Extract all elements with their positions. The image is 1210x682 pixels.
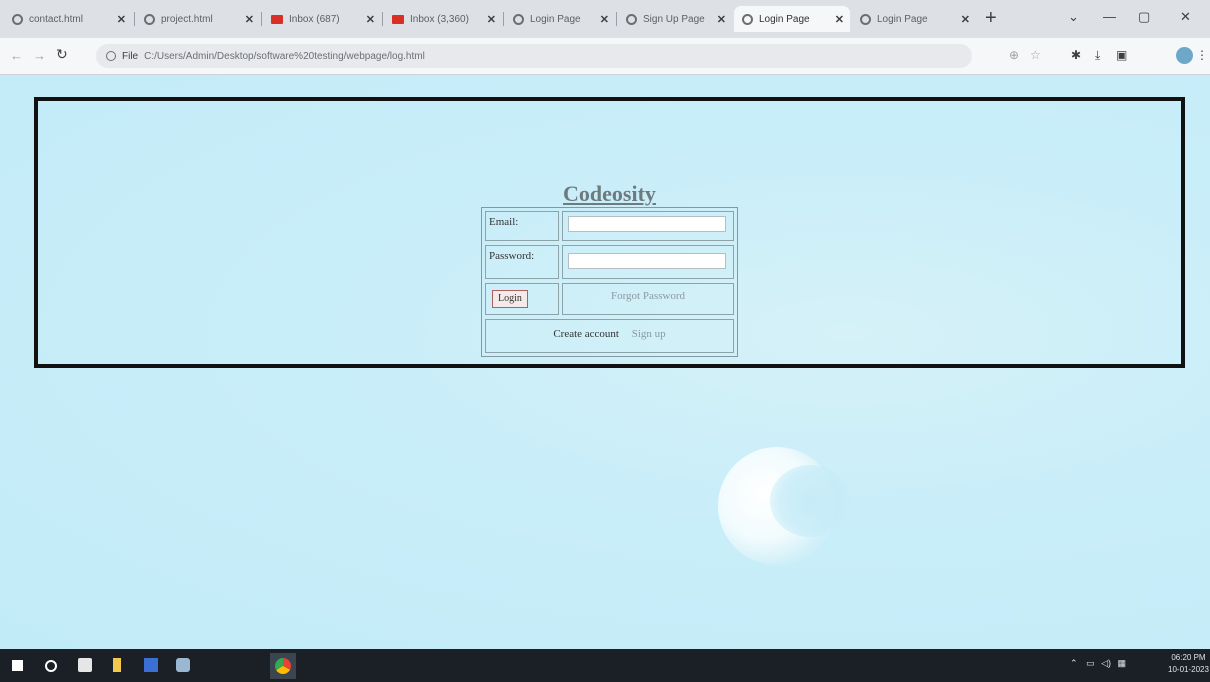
maximize-button[interactable]: ▢ bbox=[1138, 9, 1150, 25]
page-viewport: Codeosity bbox=[0, 75, 1210, 649]
tab-login-3[interactable]: Login Page ✕ bbox=[852, 6, 976, 32]
tab-inbox-1[interactable]: Inbox (687) ✕ bbox=[263, 6, 381, 32]
network-icon[interactable]: ▭ bbox=[1086, 658, 1095, 668]
close-icon[interactable]: ✕ bbox=[835, 13, 844, 26]
create-account-cell: Create account Sign up bbox=[485, 319, 734, 353]
close-icon[interactable]: ✕ bbox=[366, 13, 375, 26]
extensions-puzzle-icon[interactable]: ✱ bbox=[1071, 48, 1081, 62]
tab-divider bbox=[134, 12, 135, 26]
tab-project[interactable]: project.html ✕ bbox=[136, 6, 260, 32]
chrome-taskbar-button[interactable] bbox=[270, 653, 296, 679]
tab-divider bbox=[261, 12, 262, 26]
tab-inbox-2[interactable]: Inbox (3,360) ✕ bbox=[384, 6, 502, 32]
clock-time: 06:20 PM bbox=[1171, 653, 1206, 662]
chrome-icon bbox=[275, 658, 291, 674]
tab-signup[interactable]: Sign Up Page ✕ bbox=[618, 6, 732, 32]
tab-login-1[interactable]: Login Page ✕ bbox=[505, 6, 615, 32]
windows-taskbar bbox=[0, 649, 1210, 682]
language-icon[interactable]: ▦ bbox=[1118, 658, 1127, 668]
globe-icon bbox=[513, 13, 524, 25]
create-account-text: Create account bbox=[553, 328, 619, 340]
clock-date: 10-01-2023 bbox=[1168, 665, 1209, 674]
close-icon[interactable]: ✕ bbox=[117, 13, 126, 26]
install-app-icon[interactable]: ⊕ bbox=[1009, 48, 1019, 62]
close-icon[interactable]: ✕ bbox=[600, 13, 609, 26]
tab-label: contact.html bbox=[29, 13, 83, 25]
volume-icon[interactable]: ◁) bbox=[1101, 658, 1111, 668]
brand-title: Codeosity bbox=[563, 181, 656, 206]
task-view-icon[interactable] bbox=[78, 658, 92, 672]
tab-label: Login Page bbox=[877, 13, 928, 25]
app-icon[interactable] bbox=[176, 658, 190, 672]
email-label-cell: Email: bbox=[485, 211, 559, 241]
chevron-down-icon[interactable]: ⌄ bbox=[1068, 9, 1079, 25]
gmail-icon bbox=[392, 14, 404, 24]
back-arrow-icon[interactable]: ← bbox=[10, 48, 23, 63]
system-tray: ⌃ ▭ ◁) ▦ bbox=[1070, 658, 1126, 669]
password-input-cell bbox=[562, 245, 734, 279]
word-app-icon[interactable] bbox=[144, 658, 158, 672]
tab-divider bbox=[616, 12, 617, 26]
tab-login-active[interactable]: Login Page ✕ bbox=[734, 6, 850, 32]
forgot-password-cell: Forgot Password bbox=[562, 283, 734, 315]
browser-tab-strip: contact.html ✕ project.html ✕ Inbox (687… bbox=[0, 0, 1210, 38]
globe-icon bbox=[860, 13, 871, 25]
new-tab-button[interactable]: + bbox=[985, 8, 997, 28]
tab-label: project.html bbox=[161, 13, 213, 25]
email-field[interactable] bbox=[568, 216, 726, 232]
tab-label: Login Page bbox=[530, 13, 581, 25]
info-icon[interactable] bbox=[106, 51, 116, 61]
address-toolbar: ← → ↻ File C:/Users/Admin/Desktop/softwa… bbox=[0, 38, 1210, 75]
login-button-cell: Login bbox=[485, 283, 559, 315]
tab-label: Inbox (3,360) bbox=[410, 13, 469, 25]
menu-kebab-icon[interactable]: ⋮ bbox=[1196, 48, 1208, 62]
globe-icon bbox=[12, 13, 23, 25]
login-button[interactable]: Login bbox=[492, 290, 528, 308]
globe-icon bbox=[626, 13, 637, 25]
side-panel-icon[interactable]: ▣ bbox=[1116, 48, 1127, 62]
email-label: Email: bbox=[489, 216, 519, 228]
close-icon[interactable]: ✕ bbox=[245, 13, 254, 26]
file-explorer-icon[interactable] bbox=[113, 658, 121, 672]
close-window-button[interactable]: ✕ bbox=[1180, 9, 1191, 25]
tab-label: Inbox (687) bbox=[289, 13, 340, 25]
windows-start-icon[interactable] bbox=[12, 660, 23, 671]
address-bar[interactable]: File C:/Users/Admin/Desktop/software%20t… bbox=[96, 44, 972, 68]
email-input-cell bbox=[562, 211, 734, 241]
tab-divider bbox=[382, 12, 383, 26]
close-icon[interactable]: ✕ bbox=[961, 13, 970, 26]
tab-label: Sign Up Page bbox=[643, 13, 705, 25]
globe-icon bbox=[144, 13, 155, 25]
globe-icon bbox=[742, 13, 753, 25]
sign-up-link[interactable]: Sign up bbox=[632, 328, 666, 340]
gmail-icon bbox=[271, 14, 283, 24]
password-label-cell: Password: bbox=[485, 245, 559, 279]
taskbar-clock[interactable]: 06:20 PM 10-01-2023 bbox=[1168, 652, 1209, 676]
tab-divider bbox=[503, 12, 504, 26]
search-icon[interactable] bbox=[45, 660, 57, 672]
download-icon[interactable]: ⤓ bbox=[1095, 48, 1100, 63]
password-field[interactable] bbox=[568, 253, 726, 269]
tab-label: Login Page bbox=[759, 13, 810, 25]
bookmark-star-icon[interactable]: ☆ bbox=[1030, 48, 1041, 62]
background-moon-shadow bbox=[770, 465, 850, 537]
close-icon[interactable]: ✕ bbox=[487, 13, 496, 26]
forward-arrow-icon[interactable]: → bbox=[33, 48, 46, 63]
chevron-up-icon[interactable]: ⌃ bbox=[1070, 658, 1078, 668]
tab-contact[interactable]: contact.html ✕ bbox=[4, 6, 132, 32]
password-label: Password: bbox=[489, 250, 535, 262]
login-form-table: Email: Password: Login Forgot Password C… bbox=[481, 207, 738, 357]
url-text[interactable]: C:/Users/Admin/Desktop/software%20testin… bbox=[144, 51, 425, 62]
close-icon[interactable]: ✕ bbox=[717, 13, 726, 26]
minimize-button[interactable]: — bbox=[1103, 9, 1116, 24]
profile-avatar[interactable] bbox=[1176, 47, 1193, 64]
forgot-password-link[interactable]: Forgot Password bbox=[563, 284, 733, 302]
scheme-label: File bbox=[122, 50, 139, 62]
reload-icon[interactable]: ↻ bbox=[56, 46, 68, 63]
